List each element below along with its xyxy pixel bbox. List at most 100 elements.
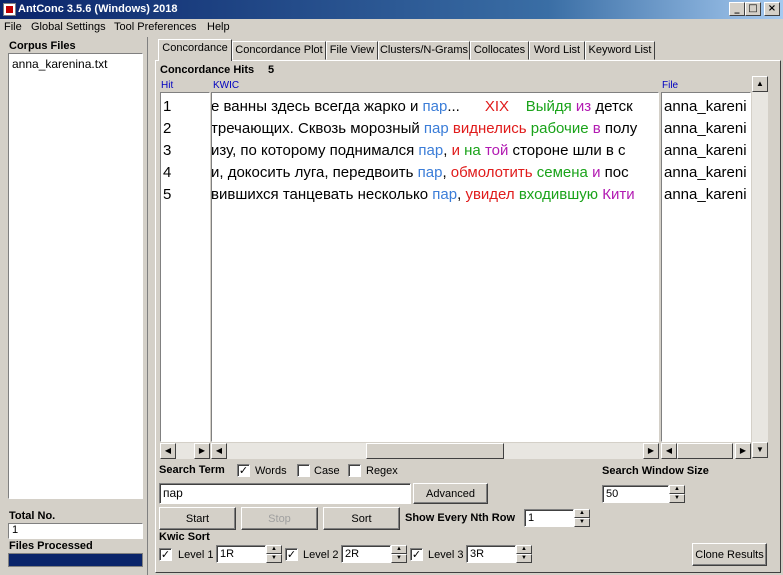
regex-label: Regex — [366, 465, 398, 477]
tab-word-list[interactable]: Word List — [529, 41, 585, 60]
level3-checkbox[interactable]: ✓ — [410, 548, 423, 561]
case-checkbox[interactable] — [297, 464, 310, 477]
close-button[interactable]: × — [764, 2, 780, 16]
kwic-r3: из — [575, 98, 592, 115]
spin-up[interactable]: ▲ — [574, 509, 590, 518]
corpus-file-list[interactable]: anna_karenina.txt — [8, 53, 143, 499]
kwic-hscrollbar[interactable]: ◀ ▶ — [211, 443, 659, 459]
sort-button[interactable]: Sort — [323, 507, 400, 530]
kwic-r1: обмолотить — [450, 164, 533, 181]
search-window-input[interactable]: 50 — [602, 485, 669, 503]
vertical-scrollbar[interactable]: ▲ ▼ — [752, 76, 768, 458]
file-column[interactable]: anna_kareni anna_kareni anna_kareni anna… — [661, 92, 751, 442]
kwic-r2: Выйдя — [525, 98, 572, 115]
regex-checkbox[interactable] — [348, 464, 361, 477]
level2-spinner[interactable]: ▲ ▼ — [391, 545, 407, 563]
kwic-line[interactable]: и, докосить луга, передвоить пар, обмоло… — [211, 164, 629, 186]
spin-down[interactable]: ▼ — [516, 554, 532, 563]
level1-input[interactable]: 1R — [216, 545, 266, 563]
col-hit-header[interactable]: Hit — [161, 80, 173, 91]
scroll-thumb[interactable] — [366, 443, 504, 459]
hit-file: anna_kareni — [664, 120, 747, 137]
spin-down[interactable]: ▼ — [574, 518, 590, 527]
level3-spinner[interactable]: ▲ ▼ — [516, 545, 532, 563]
scroll-left-arrow[interactable]: ◀ — [211, 443, 227, 459]
kwic-r2: входившую — [518, 186, 599, 203]
spin-up[interactable]: ▲ — [669, 485, 685, 494]
title-bar: AntConc 3.5.6 (Windows) 2018 _ □ × — [0, 0, 783, 19]
kwic-after: , — [443, 142, 452, 159]
tab-file-view[interactable]: File View — [326, 41, 378, 60]
level2-checkbox[interactable]: ✓ — [285, 548, 298, 561]
menu-bar: File Global Settings Tool Preferences He… — [0, 19, 783, 37]
kwic-line[interactable]: е ванны здесь всегда жарко и пар... XIX … — [211, 98, 633, 120]
kwic-r1: виднелись — [452, 120, 527, 137]
tab-concordance[interactable]: Concordance — [158, 39, 232, 61]
kwic-right-context: полу — [600, 120, 638, 137]
kwic-sort-label: Kwic Sort — [159, 531, 210, 543]
hit-number: 1 — [163, 98, 172, 115]
tab-concordance-plot[interactable]: Concordance Plot — [232, 41, 326, 60]
kwic-keyword: пар — [422, 98, 448, 115]
tab-keyword-list[interactable]: Keyword List — [585, 41, 655, 60]
scroll-up-arrow[interactable]: ▲ — [752, 76, 768, 92]
hit-file: anna_kareni — [664, 186, 747, 203]
scroll-left-arrow[interactable]: ◀ — [661, 443, 677, 459]
scroll-right-arrow[interactable]: ▶ — [735, 443, 751, 459]
col-file-header[interactable]: File — [662, 80, 678, 91]
total-no-value: 1 — [8, 523, 143, 539]
scroll-thumb[interactable] — [677, 443, 733, 459]
kwic-line[interactable]: изу, по которому поднимался пар, и на то… — [212, 142, 626, 164]
left-panel: Corpus Files anna_karenina.txt Total No.… — [0, 37, 148, 575]
kwic-r3: Кити — [602, 186, 635, 203]
nth-row-spinner[interactable]: ▲ ▼ — [574, 509, 590, 527]
hit-column[interactable]: 1 2 3 4 5 — [160, 92, 210, 442]
kwic-r3: в — [592, 120, 601, 137]
kwic-line[interactable]: тречающих. Сквозь морозный пар виднелись… — [212, 120, 638, 142]
scroll-right-arrow[interactable]: ▶ — [643, 443, 659, 459]
spin-up[interactable]: ▲ — [391, 545, 407, 554]
kwic-right-context: пос — [600, 164, 629, 181]
scroll-down-arrow[interactable]: ▼ — [752, 442, 768, 458]
clone-results-button[interactable]: Clone Results — [692, 543, 767, 566]
level3-input[interactable]: 3R — [466, 545, 516, 563]
kwic-keyword: пар — [423, 120, 449, 137]
spin-down[interactable]: ▼ — [669, 494, 685, 503]
nth-row-label: Show Every Nth Row — [405, 512, 516, 524]
spin-up[interactable]: ▲ — [266, 545, 282, 554]
maximize-button[interactable]: □ — [745, 2, 761, 16]
kwic-left-context: е ванны здесь всегда жарко и — [211, 98, 423, 115]
file-hscrollbar[interactable]: ◀ ▶ — [661, 443, 751, 459]
menu-global-settings[interactable]: Global Settings — [31, 21, 106, 33]
total-no-label: Total No. — [9, 510, 56, 522]
level1-checkbox[interactable]: ✓ — [159, 548, 172, 561]
tab-collocates[interactable]: Collocates — [470, 41, 529, 60]
menu-tool-preferences[interactable]: Tool Preferences — [114, 21, 197, 33]
minimize-button[interactable]: _ — [729, 2, 745, 16]
level2-input[interactable]: 2R — [341, 545, 391, 563]
hit-hscrollbar[interactable]: ◀ ▶ — [160, 443, 210, 459]
advanced-button[interactable]: Advanced — [413, 483, 488, 504]
spin-up[interactable]: ▲ — [516, 545, 532, 554]
kwic-line[interactable]: вившихся танцевать несколько пар, увидел… — [212, 186, 635, 208]
col-kwic-header[interactable]: KWIC — [213, 80, 239, 91]
menu-help[interactable]: Help — [207, 21, 230, 33]
level1-spinner[interactable]: ▲ ▼ — [266, 545, 282, 563]
search-term-input[interactable]: пар — [159, 483, 411, 504]
spin-down[interactable]: ▼ — [266, 554, 282, 563]
kwic-r1: и — [451, 142, 460, 159]
words-checkbox[interactable]: ✓ — [237, 464, 250, 477]
kwic-r2: семена — [536, 164, 588, 181]
search-window-spinner[interactable]: ▲ ▼ — [669, 485, 685, 503]
kwic-column[interactable]: е ванны здесь всегда жарко и пар... XIX … — [211, 92, 659, 442]
concordance-hits-label: Concordance Hits — [160, 64, 255, 76]
menu-file[interactable]: File — [4, 21, 22, 33]
scroll-right-arrow[interactable]: ▶ — [194, 443, 210, 459]
kwic-left-context: и, докосить луга, передвоить — [211, 164, 418, 181]
nth-row-input[interactable]: 1 — [524, 509, 574, 527]
scroll-left-arrow[interactable]: ◀ — [160, 443, 176, 459]
corpus-file-item[interactable]: anna_karenina.txt — [12, 57, 107, 71]
tab-clusters-ngrams[interactable]: Clusters/N-Grams — [378, 41, 470, 60]
start-button[interactable]: Start — [159, 507, 236, 530]
spin-down[interactable]: ▼ — [391, 554, 407, 563]
